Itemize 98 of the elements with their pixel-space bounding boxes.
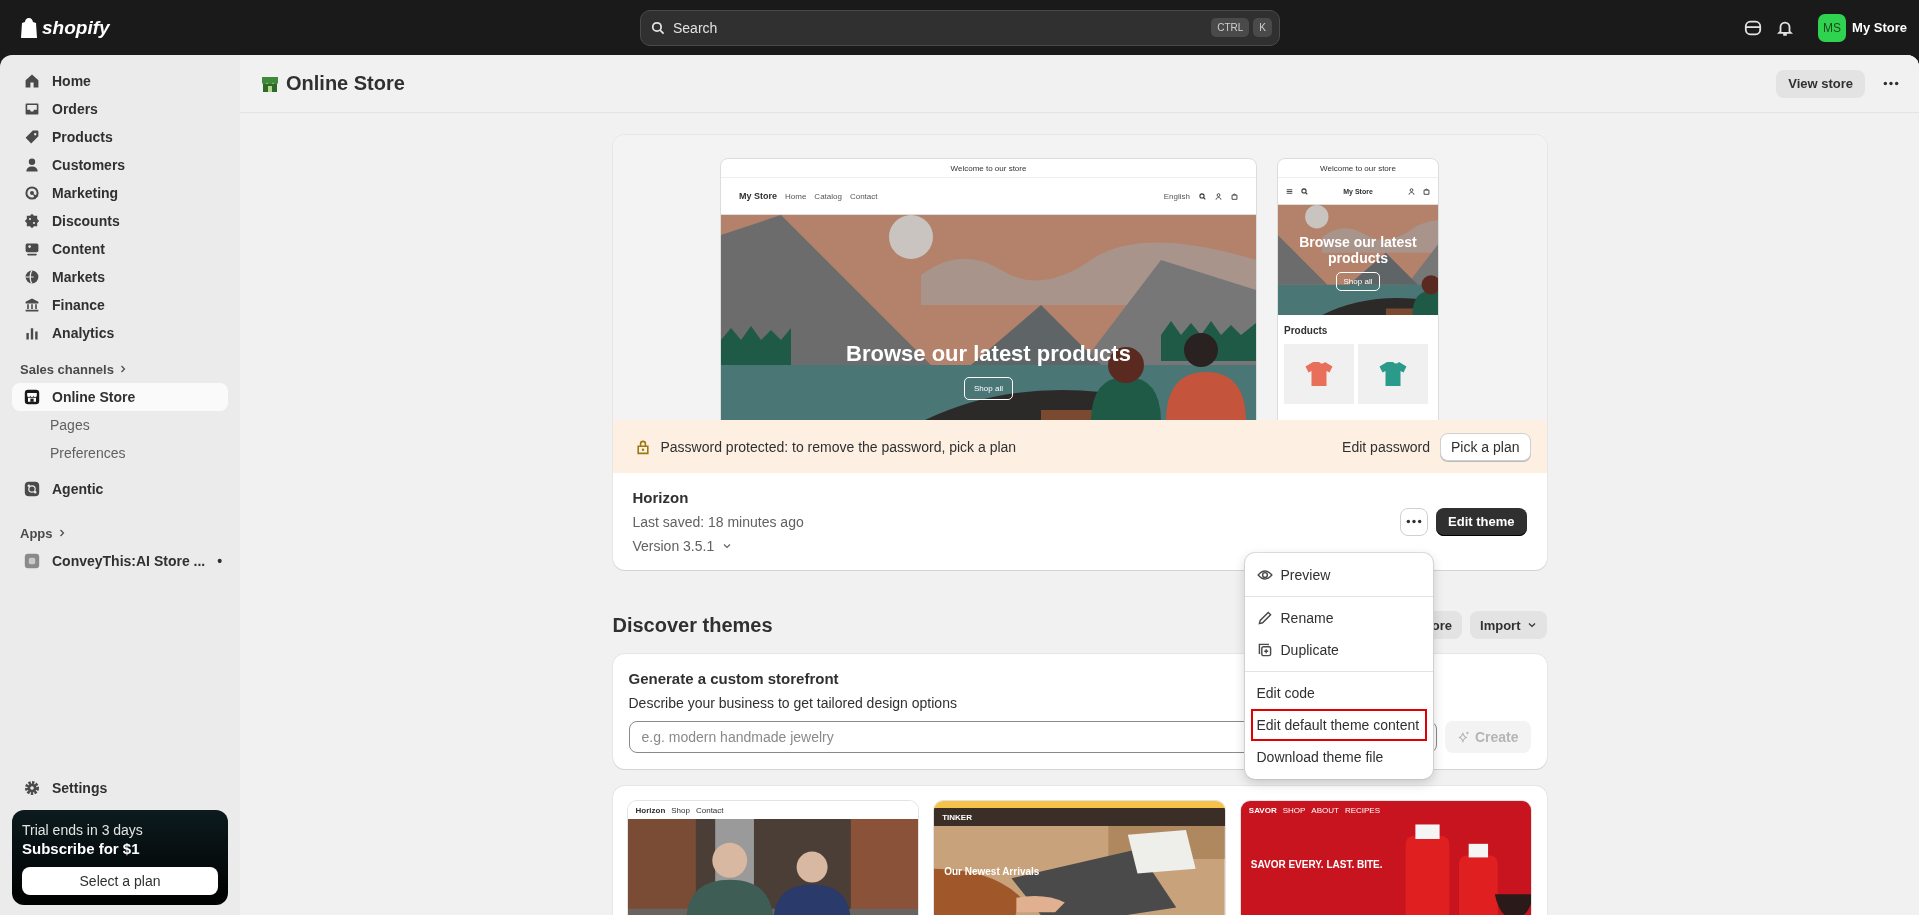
sidebar-item[interactable]: Analytics — [12, 319, 228, 347]
t-shirt-icon — [1304, 359, 1334, 389]
chevron-icon — [1526, 620, 1537, 630]
theme-thumbnail[interactable]: Horizon Shop Contact — [626, 800, 920, 915]
app-icon — [24, 553, 40, 569]
announcement-text: Welcome to our store — [1320, 163, 1396, 173]
sidebar-item[interactable]: Markets — [12, 263, 228, 291]
sidebar-subitem[interactable]: Pages — [12, 411, 228, 439]
t-shirt-icon — [1378, 359, 1408, 389]
theme-thumbnail[interactable]: SAVOR SHOP ABOUT RECIPES SAVOR EVERY. LAST. BITE. — [1239, 800, 1533, 915]
inbox-icon — [24, 101, 40, 117]
sparkle-icon — [1456, 730, 1470, 744]
home-icon — [24, 73, 40, 89]
version-dropdown[interactable]: Version 3.5.1 — [632, 538, 804, 554]
store-brand: My Store — [739, 191, 777, 201]
sidebar-item[interactable]: Online Store — [12, 383, 228, 411]
eye-icon — [1256, 567, 1273, 583]
sidebar-item[interactable]: Finance — [12, 291, 228, 319]
last-saved-text: Last saved: 18 minutes ago — [632, 514, 804, 530]
lock-icon — [634, 438, 651, 455]
shopping-bag-icon — [20, 17, 38, 38]
announcement-text: Welcome to our store — [950, 163, 1027, 173]
sidebar-item[interactable]: Orders — [12, 95, 228, 123]
status-dot: • — [217, 553, 223, 569]
card-title: Generate a custom storefront — [628, 670, 840, 687]
sidebar-item[interactable]: Customers — [12, 151, 228, 179]
store-brand: SAVOR — [1248, 805, 1277, 815]
duplicate-icon — [1256, 642, 1273, 658]
sidebar-item[interactable]: ConveyThis:AI Store ... • — [12, 547, 228, 575]
hero-headline: Our Newest Arrivals — [944, 866, 1040, 877]
shop-all-button[interactable]: Shop all — [964, 377, 1013, 400]
bank-icon — [24, 297, 40, 313]
more-icon[interactable] — [1883, 81, 1899, 86]
section-title: Products — [1284, 325, 1329, 336]
storefront-icon — [24, 389, 40, 405]
shop-all-button[interactable]: Shop all — [1335, 271, 1381, 291]
store-name[interactable]: My Store — [1852, 20, 1907, 35]
trial-text: Trial ends in 3 days — [22, 822, 144, 838]
settings-icon — [24, 780, 40, 796]
menu-item[interactable]: Rename — [1250, 602, 1427, 634]
password-notice: Password protected: to remove the password, pick a plan — [660, 438, 1017, 455]
bag-icon — [1423, 187, 1430, 195]
menu-icon — [1286, 187, 1293, 195]
sidebar-item[interactable]: Products — [12, 123, 228, 151]
menu-item[interactable]: Preview — [1250, 559, 1427, 591]
pencil-icon — [1256, 610, 1273, 626]
theme-thumbnail[interactable]: TINKER Our Newest Arrivals — [933, 800, 1226, 915]
sidebar-item[interactable]: Discounts — [12, 207, 228, 235]
settings-item[interactable]: Settings — [12, 774, 228, 802]
search-icon — [1199, 192, 1206, 200]
nav-link: Shop — [671, 805, 690, 815]
person-icon — [1215, 192, 1222, 200]
language-selector: English — [1163, 191, 1190, 201]
sidebar-item[interactable]: Content — [12, 235, 228, 263]
person-icon — [24, 157, 40, 173]
person-icon — [1408, 187, 1415, 195]
pick-plan-button[interactable]: Pick a plan — [1440, 432, 1531, 461]
bar-chart-icon — [24, 325, 40, 341]
image-icon — [24, 241, 40, 257]
search-icon — [651, 20, 665, 35]
sidebar-item[interactable]: Home — [12, 67, 228, 95]
hero-headline: Browse our latest products — [846, 341, 1131, 367]
logo-text[interactable]: shopify — [42, 16, 110, 39]
more-actions-button[interactable] — [1400, 507, 1429, 536]
search-icon — [1301, 187, 1308, 195]
tag-icon — [24, 129, 40, 145]
globe-icon — [24, 269, 40, 285]
target-icon — [24, 185, 40, 201]
store-brand: TINKER — [942, 812, 972, 822]
section-heading: Discover themes — [612, 613, 773, 637]
edit-theme-button[interactable]: Edit theme — [1436, 507, 1527, 536]
hero-headline: SAVOR EVERY. LAST. BITE. — [1250, 859, 1383, 870]
select-plan-button[interactable]: Select a plan — [22, 867, 218, 895]
page-title: Online Store — [286, 72, 405, 95]
bag-icon — [1231, 192, 1238, 200]
section-link[interactable]: Sales channels — [12, 355, 128, 383]
menu-item[interactable]: Edit code — [1250, 677, 1427, 709]
edit-password-link[interactable]: Edit password — [1342, 438, 1430, 455]
theme-name: Horizon — [632, 489, 690, 506]
store-avatar[interactable]: MS — [1818, 13, 1847, 42]
card-description: Describe your business to get tailored design options — [628, 695, 958, 711]
sidebar-subitem[interactable]: Preferences — [12, 439, 228, 467]
discount-badge-icon — [24, 213, 40, 229]
menu-item[interactable]: Duplicate — [1250, 634, 1427, 666]
agent-icon — [24, 481, 40, 497]
subscribe-offer: Subscribe for $1 — [22, 840, 141, 857]
nav-link: Contact — [695, 805, 724, 815]
nav-link: SHOP — [1282, 805, 1306, 815]
chevron-icon — [722, 541, 733, 551]
view-store-button[interactable]: View store — [1776, 69, 1865, 98]
sidebar-item[interactable]: Marketing — [12, 179, 228, 207]
sidebar-item[interactable]: Agentic — [12, 475, 228, 503]
nav-link: RECIPES — [1344, 805, 1381, 815]
more-icon — [1406, 519, 1423, 524]
section-link[interactable]: Apps — [12, 519, 67, 547]
import-dropdown[interactable]: Import — [1470, 611, 1547, 639]
store-brand: Horizon — [635, 805, 666, 815]
nav-link: ABOUT — [1311, 805, 1339, 815]
